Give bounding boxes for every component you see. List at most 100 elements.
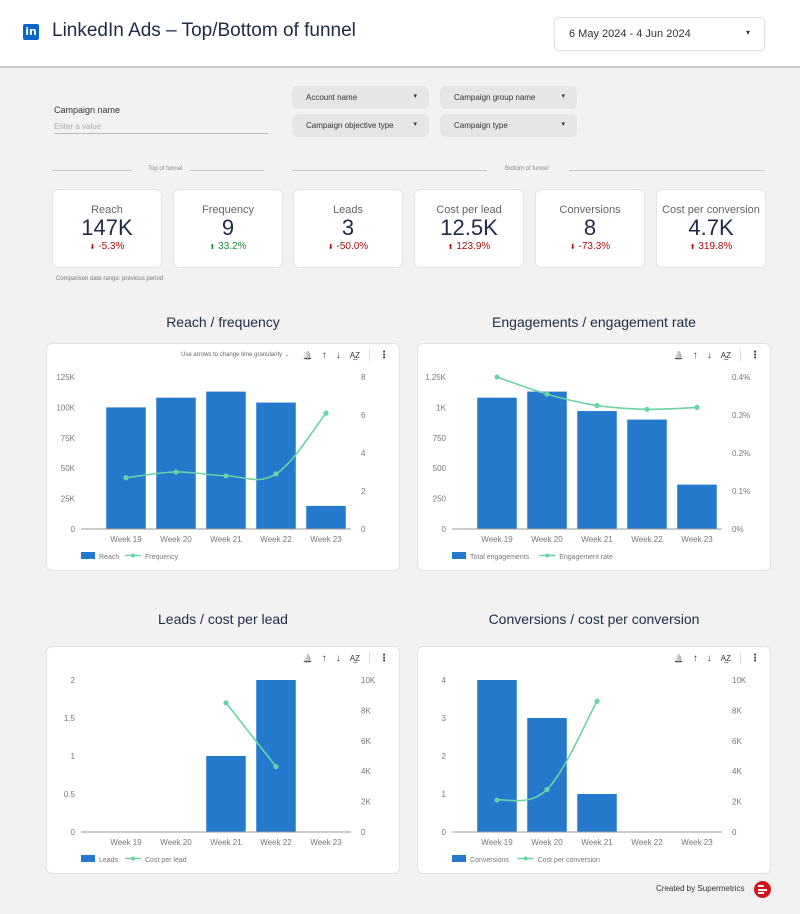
arrow-up-icon: ⬆ [209, 244, 216, 251]
kpi-value: 3 [341, 215, 355, 240]
bar-week-21[interactable] [577, 411, 617, 529]
right-axis-tick-label: 2 [361, 487, 366, 496]
legend-bar-swatch [81, 552, 95, 559]
line-point-week-20[interactable] [544, 786, 550, 793]
line-point-week-23[interactable] [694, 404, 700, 410]
x-axis-tick-label: Week 21 [581, 535, 613, 544]
right-axis-tick-label: 4K [732, 767, 742, 776]
line-point-week-20[interactable] [173, 469, 179, 475]
line-point-week-19[interactable] [123, 475, 129, 481]
right-axis-tick-label: 0.1% [732, 487, 750, 496]
x-axis-tick-label: Week 23 [310, 838, 342, 847]
right-axis-tick-label: 0.2% [732, 449, 750, 458]
line-point-week-19[interactable] [494, 797, 500, 803]
line-point-week-22[interactable] [273, 764, 279, 770]
bar-week-22[interactable] [256, 680, 296, 832]
x-axis-tick-label: Week 20 [160, 838, 192, 847]
bar-week-21[interactable] [577, 794, 617, 832]
account-name-dropdown[interactable]: Account name ▾ [292, 86, 429, 109]
footer-credit: Created by Supermetrics [656, 884, 745, 893]
line-point-week-22[interactable] [644, 406, 650, 412]
legend-bar-swatch [81, 855, 95, 862]
x-axis-tick-label: Week 20 [531, 838, 563, 847]
line-point-week-21[interactable] [223, 473, 229, 479]
legend-label-bar: Total engagements [470, 554, 530, 561]
line-point-week-23[interactable] [323, 410, 329, 416]
kpi-delta: ⬇ -73.3% [536, 241, 644, 252]
kpi-value: 9 [221, 215, 235, 240]
right-axis-tick-label: 8K [361, 706, 371, 715]
chart-card-reach-frequency: Use arrows to change time granularity → 🔔… [46, 343, 400, 571]
date-range-picker[interactable]: 6 May 2024 - 4 Jun 2024 ▾ [554, 17, 765, 51]
x-axis-tick-label: Week 19 [110, 838, 142, 847]
campaign-name-input[interactable] [54, 119, 268, 134]
left-axis-tick-label: 750 [433, 434, 447, 443]
line-point-week-22[interactable] [273, 471, 279, 477]
kpi-delta: ⬆ 123.9% [415, 241, 523, 252]
x-axis-tick-label: Week 23 [681, 838, 713, 847]
bar-week-19[interactable] [106, 407, 146, 529]
chart-title: Leads / cost per lead [158, 611, 288, 627]
line-point-week-21[interactable] [223, 700, 229, 706]
x-axis-tick-label: Week 21 [581, 838, 613, 847]
arrow-down-icon: ⬇ [569, 244, 576, 251]
chart-card-leads-cost-per-lead: 🔔 ↑ ↓ A͢Z ⋮ 0 0.5 1 1.5 2 0 2K 4K 6K 8K 10K Week 19 Week … [46, 646, 400, 874]
kpi-delta-value: -73.3% [578, 241, 611, 252]
campaign-type-dropdown[interactable]: Campaign type ▾ [440, 114, 577, 137]
chevron-down-icon: ▾ [413, 121, 417, 128]
right-axis-tick-label: 2K [732, 798, 742, 807]
x-axis-tick-label: Week 19 [110, 535, 142, 544]
chevron-down-icon: ▾ [561, 93, 565, 100]
right-axis-tick-label: 6K [732, 737, 742, 746]
campaign-objective-type-dropdown[interactable]: Campaign objective type ▾ [292, 114, 429, 137]
bar-week-23[interactable] [677, 484, 717, 529]
line-point-week-19[interactable] [494, 374, 500, 380]
bar-week-22[interactable] [627, 419, 667, 529]
kpi-card-frequency: Frequency 9 ⬆ 33.2% [173, 189, 283, 268]
line-point-week-20[interactable] [544, 391, 550, 397]
left-axis-tick-label: 2 [442, 752, 447, 761]
line-point-week-21[interactable] [594, 402, 600, 409]
x-axis-tick-label: Week 22 [631, 838, 663, 847]
report-header: in LinkedIn Ads – Top/Bottom of funnel 6… [0, 0, 800, 68]
left-axis-tick-label: 125K [56, 373, 75, 382]
bar-week-19[interactable] [477, 680, 517, 832]
x-axis-tick-label: Week 20 [531, 535, 563, 544]
supermetrics-logo-icon[interactable] [754, 881, 771, 898]
bar-week-20[interactable] [527, 718, 567, 832]
left-axis-tick-label: 25K [61, 495, 76, 504]
x-axis-tick-label: Week 23 [681, 535, 713, 544]
bar-week-21[interactable] [206, 756, 246, 832]
right-axis-tick-label: 2K [361, 798, 371, 807]
left-axis-tick-label: 1 [71, 752, 76, 761]
chart-svg: 0 0.5 1 1.5 2 0 2K 4K 6K 8K 10K Week 19 Week 20 Week … [64, 676, 376, 864]
section-label-bottom-of-funnel: Bottom of funnel [505, 166, 549, 172]
legend-label-line: Cost per lead [145, 857, 187, 864]
bar-week-20[interactable] [527, 391, 567, 529]
kpi-card-conversions: Conversions 8 ⬇ -73.3% [535, 189, 645, 268]
bar-week-22[interactable] [256, 402, 296, 529]
bar-week-20[interactable] [156, 397, 196, 529]
campaign-group-name-dropdown[interactable]: Campaign group name ▾ [440, 86, 577, 109]
left-axis-tick-label: 0 [71, 525, 76, 534]
chart-title: Reach / frequency [166, 314, 280, 330]
left-axis-tick-label: 1 [442, 790, 447, 799]
bar-week-23[interactable] [306, 505, 346, 529]
kpi-delta: ⬆ 319.8% [657, 241, 765, 252]
bar-week-21[interactable] [206, 391, 246, 529]
left-axis-tick-label: 500 [433, 464, 447, 473]
legend-bar-swatch [452, 855, 466, 862]
arrow-down-icon: ⬇ [327, 244, 334, 251]
x-axis-tick-label: Week 23 [310, 535, 342, 544]
kpi-delta-value: 319.8% [698, 241, 733, 252]
legend-line-marker [545, 553, 550, 558]
kpi-card-leads: Leads 3 ⬇ -50.0% [293, 189, 403, 268]
kpi-delta: ⬆ 33.2% [174, 241, 282, 252]
line-point-week-21[interactable] [594, 698, 600, 704]
x-axis-tick-label: Week 22 [260, 535, 292, 544]
kpi-delta-value: 123.9% [456, 241, 491, 252]
dropdown-label: Campaign type [454, 121, 508, 130]
right-axis-tick-label: 8K [732, 706, 742, 715]
kpi-value: 8 [583, 215, 597, 240]
bar-week-19[interactable] [477, 397, 517, 529]
